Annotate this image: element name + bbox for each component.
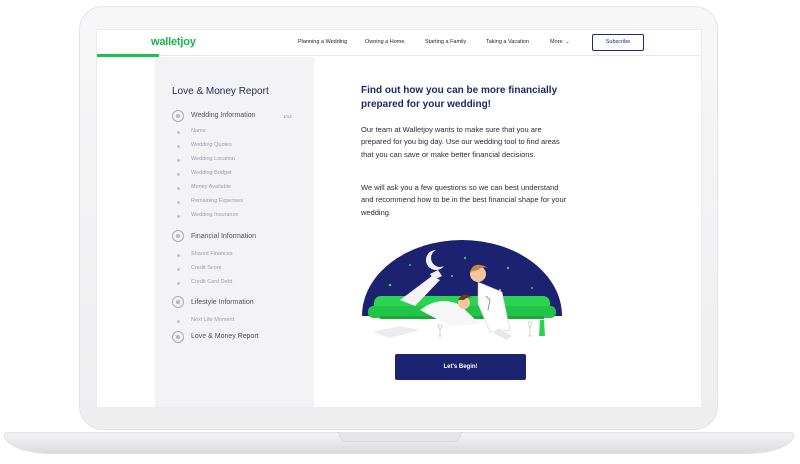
header-progress-accent bbox=[97, 54, 159, 57]
bullet-dot bbox=[177, 187, 180, 190]
sidebar-section-lifestyle-information[interactable]: Lifestyle Information bbox=[191, 299, 254, 306]
step-progress: 1/14 bbox=[283, 114, 292, 119]
sidebar-item-wedding-budget[interactable]: Wedding Budget bbox=[191, 170, 232, 176]
sidebar-item-shared-finances[interactable]: Shared Finances bbox=[191, 251, 233, 257]
subscribe-button[interactable]: Subscribe bbox=[592, 34, 644, 51]
bullet-dot bbox=[177, 215, 180, 218]
sidebar-title: Love & Money Report bbox=[172, 86, 269, 97]
sidebar-section-love-money-report[interactable]: Love & Money Report bbox=[191, 333, 259, 340]
couple-on-sofa-illustration bbox=[362, 240, 562, 340]
laptop-notch bbox=[338, 432, 462, 442]
sidebar-section-financial-information[interactable]: Financial Information bbox=[191, 233, 256, 240]
nav-more-label: More bbox=[550, 39, 563, 45]
sidebar-item-wedding-quotes[interactable]: Wedding Quotes bbox=[191, 142, 232, 148]
nav-more[interactable]: More ⌄ bbox=[550, 39, 570, 45]
sidebar-item-money-available[interactable]: Money Available bbox=[191, 184, 231, 190]
nav-owning-a-home[interactable]: Owning a Home bbox=[365, 39, 404, 45]
step-circle-icon bbox=[172, 110, 184, 122]
nav-planning-a-wedding[interactable]: Planning a Wedding bbox=[298, 39, 347, 45]
floor-papers bbox=[372, 326, 420, 338]
bullet-dot bbox=[177, 131, 180, 134]
sidebar-item-credit-score[interactable]: Credit Score bbox=[191, 265, 222, 271]
champagne-bottle bbox=[539, 320, 545, 336]
screen: walletjoy Planning a Wedding Owning a Ho… bbox=[96, 29, 702, 408]
bullet-dot bbox=[177, 173, 180, 176]
logo[interactable]: walletjoy bbox=[151, 36, 196, 48]
sidebar-item-name[interactable]: Name bbox=[191, 128, 206, 134]
sidebar-item-wedding-insurance[interactable]: Wedding Insurance bbox=[191, 212, 238, 218]
sidebar-section-wedding-information[interactable]: Wedding Information bbox=[191, 112, 255, 119]
bullet-dot bbox=[177, 201, 180, 204]
sidebar-item-credit-card-debt[interactable]: Credit Card Debt bbox=[191, 279, 232, 285]
bullet-dot bbox=[177, 268, 180, 271]
step-circle-icon bbox=[172, 230, 184, 242]
bullet-dot bbox=[177, 159, 180, 162]
bullet-dot bbox=[177, 254, 180, 257]
sidebar-item-remaining-expenses[interactable]: Remaining Expenses bbox=[191, 198, 243, 204]
chevron-down-icon: ⌄ bbox=[565, 39, 570, 45]
page-headline: Find out how you can be more financially… bbox=[361, 85, 558, 110]
lets-begin-button[interactable]: Let's Begin! bbox=[395, 354, 526, 380]
bullet-dot bbox=[177, 282, 180, 285]
top-navbar: walletjoy Planning a Wedding Owning a Ho… bbox=[97, 30, 701, 56]
explanation-paragraph: We will ask you a few questions so we ca… bbox=[361, 183, 567, 217]
bullet-dot bbox=[177, 145, 180, 148]
sidebar-item-next-life-moment[interactable]: Next Life Moment bbox=[191, 317, 234, 323]
bullet-dot bbox=[177, 320, 180, 323]
step-circle-icon bbox=[172, 296, 184, 308]
nav-starting-a-family[interactable]: Starting a Family bbox=[425, 39, 466, 45]
intro-paragraph: Our team at Walletjoy wants to make sure… bbox=[361, 125, 560, 159]
sidebar-item-wedding-location[interactable]: Wedding Location bbox=[191, 156, 235, 162]
nav-taking-a-vacation[interactable]: Taking a Vacation bbox=[486, 39, 529, 45]
step-circle-icon bbox=[172, 331, 184, 343]
